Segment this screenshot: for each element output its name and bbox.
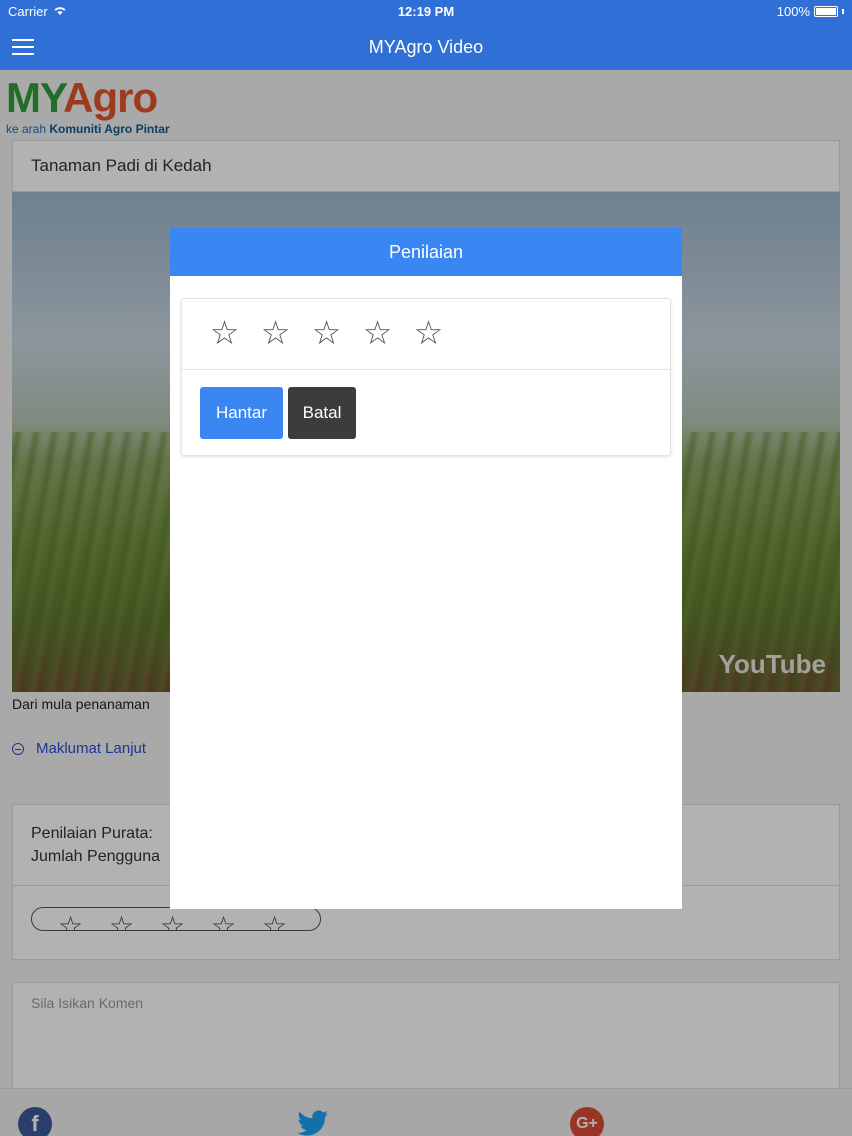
rating-modal: Penilaian ☆ ☆ ☆ ☆ ☆ Hantar Batal	[170, 228, 682, 909]
star-3-icon[interactable]: ☆	[310, 313, 343, 352]
page-title: MYAgro Video	[368, 37, 484, 57]
cancel-button[interactable]: Batal	[288, 387, 356, 439]
status-bar: Carrier 12:19 PM 100%	[0, 0, 852, 24]
star-5-icon[interactable]: ☆	[412, 313, 445, 352]
star-rating-input: ☆ ☆ ☆ ☆ ☆	[208, 313, 445, 352]
battery-icon	[814, 6, 838, 17]
status-time: 12:19 PM	[397, 4, 455, 19]
star-1-icon[interactable]: ☆	[208, 313, 241, 352]
star-2-icon[interactable]: ☆	[259, 313, 292, 352]
star-4-icon[interactable]: ☆	[361, 313, 394, 352]
status-right: 100%	[777, 4, 844, 19]
rating-panel: ☆ ☆ ☆ ☆ ☆ Hantar Batal	[181, 298, 671, 456]
modal-header: Penilaian	[170, 228, 682, 276]
nav-bar: MYAgro Video	[0, 24, 852, 70]
modal-title: Penilaian	[388, 241, 464, 262]
submit-button[interactable]: Hantar	[200, 387, 283, 439]
battery-percent: 100%	[776, 4, 810, 19]
